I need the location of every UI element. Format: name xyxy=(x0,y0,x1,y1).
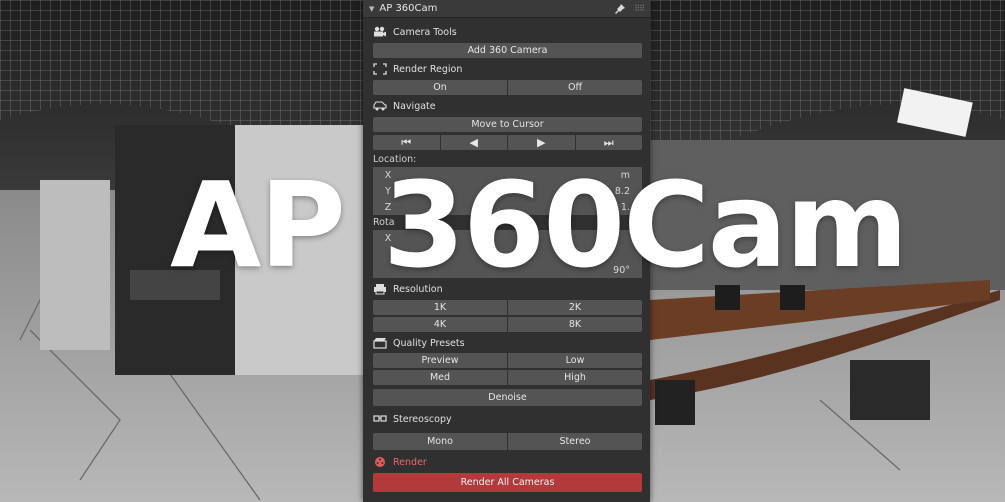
last-camera-button[interactable]: ⏭ xyxy=(575,135,642,150)
render-region-header: Render Region xyxy=(363,61,650,77)
location-y-value: 8.2 xyxy=(614,185,630,197)
video-camera-icon xyxy=(374,26,386,37)
rotation-x-axis: X xyxy=(384,232,392,244)
stereoscopy-label: Stereoscopy xyxy=(393,413,452,425)
navigate-label: Navigate xyxy=(393,100,436,112)
resolution-2k-button[interactable]: 2K xyxy=(508,300,642,315)
rotation-label: Rota xyxy=(373,217,395,228)
ap360cam-panel: ▼ AP 360Cam ⠿⠿ Camera Tools Add 360 Came… xyxy=(363,0,650,502)
panel-title: AP 360Cam xyxy=(379,3,438,14)
rotation-y-field[interactable] xyxy=(373,246,642,262)
region-select-icon xyxy=(373,63,387,75)
pin-icon[interactable] xyxy=(614,3,626,15)
location-x-value: m xyxy=(620,169,630,181)
panel-header[interactable]: ▼ AP 360Cam ⠿⠿ xyxy=(363,0,650,18)
resolution-1k-button[interactable]: 1K xyxy=(373,300,507,315)
render-header: Render xyxy=(363,454,650,470)
quality-presets-label: Quality Presets xyxy=(393,337,465,349)
camera-tools-label: Camera Tools xyxy=(393,26,457,38)
resolution-8k-button[interactable]: 8K xyxy=(508,317,642,332)
location-y-field[interactable]: Y 8.2 xyxy=(373,183,642,199)
quality-low-button[interactable]: Low xyxy=(508,353,642,368)
location-y-axis: Y xyxy=(385,185,391,197)
previous-camera-button[interactable]: ◀ xyxy=(440,135,507,150)
collapse-triangle-icon[interactable]: ▼ xyxy=(369,5,374,13)
rotation-z-value: 90° xyxy=(613,264,630,276)
quality-med-button[interactable]: Med xyxy=(373,370,507,385)
jump-last-icon: ⏭ xyxy=(603,136,614,149)
quality-row-1: Preview Low xyxy=(373,353,642,368)
previous-icon: ◀ xyxy=(469,136,478,149)
resolution-row-1: 1K 2K xyxy=(373,300,642,315)
stereoscopy-toggle: Mono Stereo xyxy=(373,433,642,450)
quality-row-2: Med High xyxy=(373,370,642,385)
render-all-cameras-button[interactable]: Render All Cameras xyxy=(373,473,642,492)
location-z-field[interactable]: Z 1. xyxy=(373,199,642,215)
camera-tools-header: Camera Tools xyxy=(363,24,650,40)
next-icon: ▶ xyxy=(537,136,546,149)
quality-presets-header: Quality Presets xyxy=(363,335,650,351)
render-label: Render xyxy=(393,456,427,468)
vehicle-icon xyxy=(373,101,387,111)
render-region-label: Render Region xyxy=(393,63,463,75)
clapperboard-icon xyxy=(373,338,387,349)
first-camera-button[interactable]: ⏮ xyxy=(373,135,440,150)
film-reel-icon xyxy=(375,457,385,467)
quality-high-button[interactable]: High xyxy=(508,370,642,385)
drag-grip-icon[interactable]: ⠿⠿ xyxy=(634,4,645,13)
location-x-axis: X xyxy=(384,169,392,181)
jump-first-icon: ⏮ xyxy=(401,136,412,149)
region-on-button[interactable]: On xyxy=(373,80,507,95)
camera-nav-row: ⏮ ◀ ▶ ⏭ xyxy=(373,135,642,150)
next-camera-button[interactable]: ▶ xyxy=(508,135,575,150)
rotation-x-field[interactable]: X xyxy=(373,230,642,246)
resolution-row-2: 4K 8K xyxy=(373,317,642,332)
stereo-glasses-icon xyxy=(373,415,387,422)
printer-icon xyxy=(374,284,386,295)
quality-preview-button[interactable]: Preview xyxy=(373,353,507,368)
location-z-value: 1. xyxy=(620,201,630,213)
render-region-toggle: On Off xyxy=(373,80,642,95)
resolution-header: Resolution xyxy=(363,281,650,297)
stereo-button[interactable]: Stereo xyxy=(508,433,642,450)
navigate-header: Navigate xyxy=(363,98,650,114)
region-off-button[interactable]: Off xyxy=(508,80,642,95)
resolution-label: Resolution xyxy=(393,283,443,295)
move-to-cursor-button[interactable]: Move to Cursor xyxy=(373,117,642,132)
location-x-field[interactable]: Xm xyxy=(373,167,642,183)
resolution-4k-button[interactable]: 4K xyxy=(373,317,507,332)
location-z-axis: Z xyxy=(384,201,392,213)
mono-button[interactable]: Mono xyxy=(373,433,507,450)
denoise-button[interactable]: Denoise xyxy=(373,389,642,406)
location-label: Location: xyxy=(373,154,417,165)
add-360-camera-button[interactable]: Add 360 Camera xyxy=(373,43,642,58)
rotation-z-field[interactable]: 90° xyxy=(373,262,642,278)
stereoscopy-header: Stereoscopy xyxy=(363,411,650,427)
